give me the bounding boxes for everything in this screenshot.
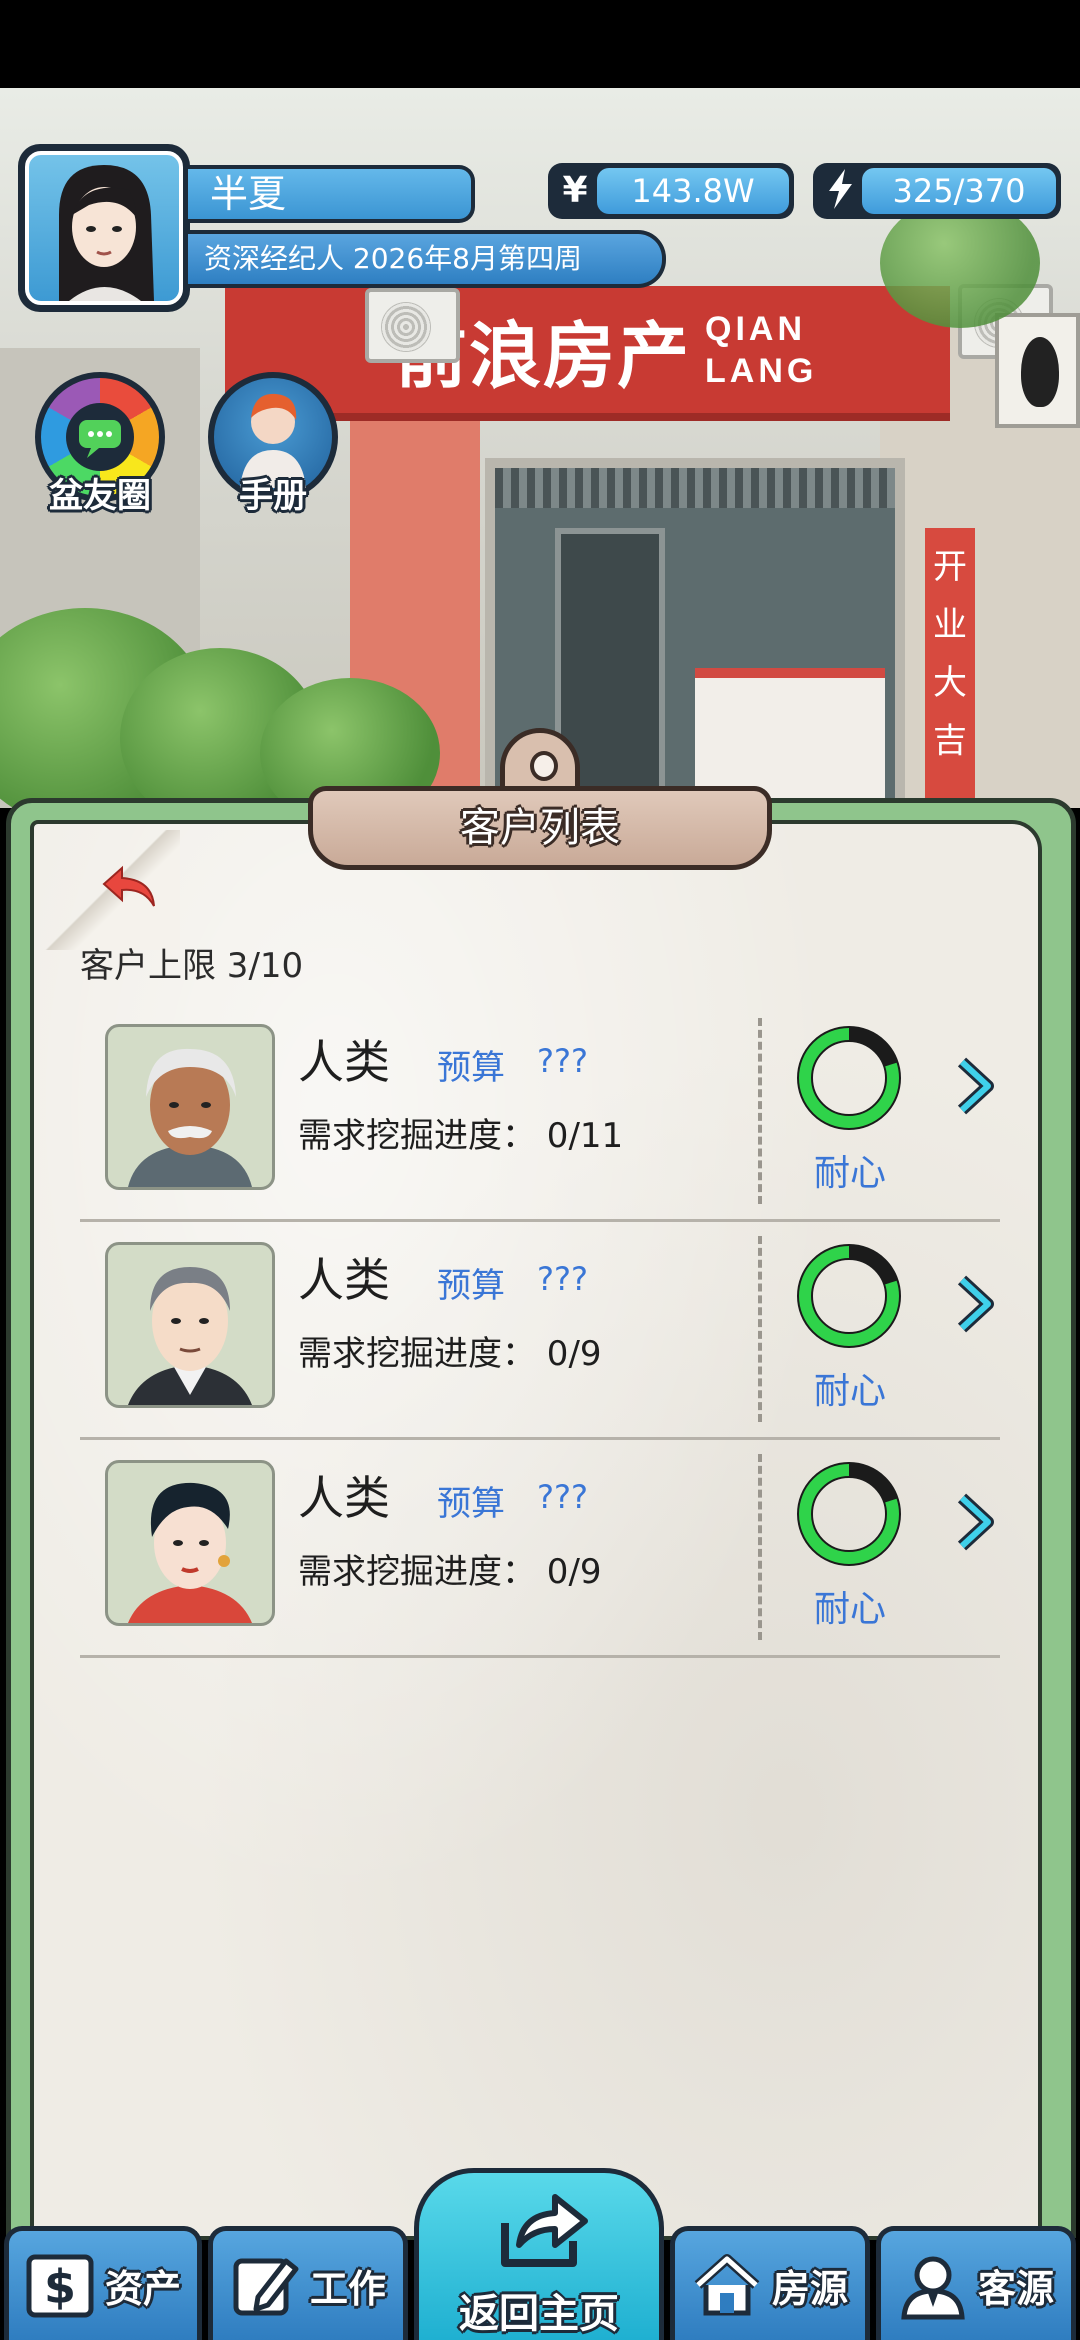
person-icon — [901, 2256, 965, 2319]
nav-home-label: 返回主页 — [459, 2291, 619, 2337]
row-divider — [758, 1454, 762, 1640]
back-arrow-icon[interactable] — [100, 862, 160, 912]
customer-portrait — [105, 1242, 275, 1408]
row-divider — [758, 1236, 762, 1422]
nav-work-button[interactable]: 工作 — [208, 2226, 408, 2340]
patience-label: 耐心 — [813, 1371, 886, 1412]
chevron-right-icon[interactable] — [956, 1492, 996, 1552]
woman-customer-portrait-icon — [128, 1482, 252, 1623]
nav-assets-button[interactable]: $ 资产 — [4, 2226, 202, 2340]
nav-work-label: 工作 — [309, 2267, 386, 2311]
chevron-right-icon[interactable] — [956, 1056, 996, 1116]
patience-ring — [797, 1026, 901, 1130]
chevron-right-icon[interactable] — [956, 1274, 996, 1334]
patience-ring — [797, 1462, 901, 1566]
yen-icon: ¥ — [562, 170, 588, 211]
house-icon — [694, 2253, 760, 2315]
customer-portrait — [105, 1024, 275, 1190]
moments-label: 盆友圈 — [49, 476, 151, 516]
nav-clients-label: 客源 — [977, 2267, 1054, 2311]
energy-display[interactable]: 325/370 — [813, 163, 1061, 219]
handbook-button[interactable]: 手册 — [208, 372, 338, 516]
old-man-portrait-icon — [128, 1048, 252, 1187]
edit-icon — [233, 2258, 299, 2315]
shop-sign: 前浪房产 QIAN LANG — [225, 286, 950, 421]
budget-value: ??? — [537, 1260, 588, 1298]
nav-houses-label: 房源 — [771, 2267, 848, 2311]
moments-button[interactable]: 盆友圈 — [35, 372, 165, 516]
patience-ring — [797, 1244, 901, 1348]
money-display[interactable]: ¥ 143.8W — [548, 163, 794, 219]
rabbit-logo-sign — [995, 313, 1080, 428]
handbook-label: 手册 — [239, 476, 307, 516]
patience-label: 耐心 — [813, 1153, 886, 1194]
energy-value: 325/370 — [862, 168, 1056, 214]
player-title-date: 资深经纪人 2026年8月第四周 — [188, 230, 666, 288]
share-arrow-icon — [501, 2194, 588, 2267]
budget-value: ??? — [537, 1478, 588, 1516]
shop-name-en-line1: QIAN — [705, 309, 807, 348]
customer-row-1[interactable]: 人类 预算 ??? 需求挖掘进度： 0/11 耐心 — [80, 1004, 1000, 1222]
game-screen: 前浪房产 QIAN LANG 开业大吉 半夏 资深经纪人 2026年8月第四周 … — [0, 0, 1080, 2340]
row-divider — [758, 1018, 762, 1204]
budget-label: 预算 — [437, 1484, 505, 1524]
customer-limit: 客户上限 3/10 — [80, 946, 304, 986]
shop-name-en: QIAN LANG — [705, 308, 817, 392]
customer-row-2[interactable]: 人类 预算 ??? 需求挖掘进度： 0/9 耐心 — [80, 1222, 1000, 1440]
demand-progress: 需求挖掘进度： 0/9 — [298, 1334, 602, 1374]
assets-icon: $ — [26, 2254, 94, 2317]
nav-assets-label: 资产 — [104, 2267, 181, 2311]
budget-label: 预算 — [437, 1048, 505, 1088]
patience-label: 耐心 — [813, 1589, 886, 1630]
shutter-gate — [495, 468, 895, 508]
demand-progress: 需求挖掘进度： 0/9 — [298, 1552, 602, 1592]
customer-name: 人类 — [298, 1253, 390, 1307]
nav-home-button[interactable]: 返回主页 — [414, 2168, 664, 2340]
svg-text:$: $ — [44, 2260, 76, 2314]
customer-name: 人类 — [298, 1035, 390, 1089]
avatar-portrait — [25, 151, 183, 305]
budget-value: ??? — [537, 1042, 588, 1080]
money-value: 143.8W — [597, 168, 789, 214]
shop-name-en-line2: LANG — [705, 351, 818, 390]
opening-banner: 开业大吉 — [925, 528, 975, 808]
lightning-icon — [818, 169, 862, 213]
nav-houses-button[interactable]: 房源 — [670, 2226, 870, 2340]
nav-clients-button[interactable]: 客源 — [876, 2226, 1076, 2340]
panel-title: 客户列表 — [308, 786, 772, 870]
player-avatar[interactable] — [18, 144, 190, 312]
woman-portrait-icon — [59, 165, 154, 301]
air-conditioner-1 — [365, 288, 460, 363]
player-name: 半夏 — [188, 165, 475, 223]
middle-aged-man-portrait-icon — [128, 1267, 252, 1405]
demand-progress: 需求挖掘进度： 0/11 — [298, 1116, 624, 1156]
budget-label: 预算 — [437, 1266, 505, 1306]
customer-portrait — [105, 1460, 275, 1626]
customer-name: 人类 — [298, 1471, 390, 1525]
customer-row-3[interactable]: 人类 预算 ??? 需求挖掘进度： 0/9 耐心 — [80, 1440, 1000, 1658]
